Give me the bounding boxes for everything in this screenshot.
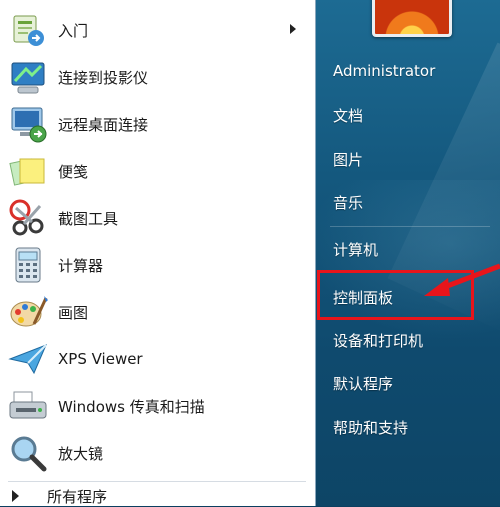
menu-item-label: 计算器: [58, 256, 104, 275]
sticky-notes-icon: [6, 149, 50, 193]
right-item-pictures[interactable]: 图片: [333, 149, 363, 170]
menu-item-getting-started[interactable]: 入门: [6, 8, 306, 52]
menu-item-xps-viewer[interactable]: XPS Viewer: [6, 337, 306, 381]
menu-item-label: 远程桌面连接: [58, 115, 149, 134]
menu-item-label: 画图: [58, 303, 89, 322]
menu-item-remote-desktop[interactable]: 远程桌面连接: [6, 102, 306, 146]
separator: [330, 226, 490, 227]
fax-scan-icon: [6, 384, 50, 428]
user-avatar[interactable]: [372, 0, 452, 37]
menu-item-label: 入门: [58, 21, 89, 40]
remote-desktop-icon: [6, 102, 50, 146]
red-arrow-icon: [424, 263, 500, 296]
menu-item-magnifier[interactable]: 放大镜: [6, 431, 306, 475]
magnifier-icon: [6, 431, 50, 475]
menu-item-label: 便笺: [58, 162, 89, 181]
menu-item-label: 截图工具: [58, 209, 119, 228]
right-item-computer[interactable]: 计算机: [333, 239, 378, 260]
all-programs-button[interactable]: 所有程序: [12, 486, 107, 506]
menu-item-calculator[interactable]: 计算器: [6, 243, 306, 287]
menu-item-fax-scan[interactable]: Windows 传真和扫描: [6, 384, 306, 428]
menu-item-connect-projector[interactable]: 连接到投影仪: [6, 55, 306, 99]
calculator-icon: [6, 243, 50, 287]
right-item-devices-printers[interactable]: 设备和打印机: [333, 330, 423, 351]
separator: [8, 481, 306, 482]
right-item-user[interactable]: Administrator: [333, 62, 435, 80]
menu-item-label: 放大镜: [58, 444, 104, 463]
paint-icon: [6, 290, 50, 334]
snipping-tool-icon: [6, 196, 50, 240]
menu-item-label: 连接到投影仪: [58, 68, 149, 87]
menu-item-label: Windows 传真和扫描: [58, 397, 205, 416]
menu-item-snipping-tool[interactable]: 截图工具: [6, 196, 306, 240]
right-item-documents[interactable]: 文档: [333, 105, 363, 126]
projector-icon: [6, 55, 50, 99]
right-item-music[interactable]: 音乐: [333, 192, 363, 213]
right-item-help-support[interactable]: 帮助和支持: [333, 417, 408, 438]
all-programs-label: 所有程序: [47, 487, 108, 506]
right-item-default-programs[interactable]: 默认程序: [333, 373, 393, 394]
menu-item-label: XPS Viewer: [58, 350, 143, 368]
triangle-right-icon: [12, 490, 19, 502]
getting-started-icon: [6, 8, 50, 52]
xps-viewer-icon: [6, 337, 50, 381]
chevron-right-icon[interactable]: [290, 24, 296, 34]
start-menu-programs-pane: 入门 连接到投影仪 远程桌面连接 便笺 截图工具 计算器 画图 XPS View…: [0, 0, 316, 506]
menu-item-sticky-notes[interactable]: 便笺: [6, 149, 306, 193]
menu-item-paint[interactable]: 画图: [6, 290, 306, 334]
